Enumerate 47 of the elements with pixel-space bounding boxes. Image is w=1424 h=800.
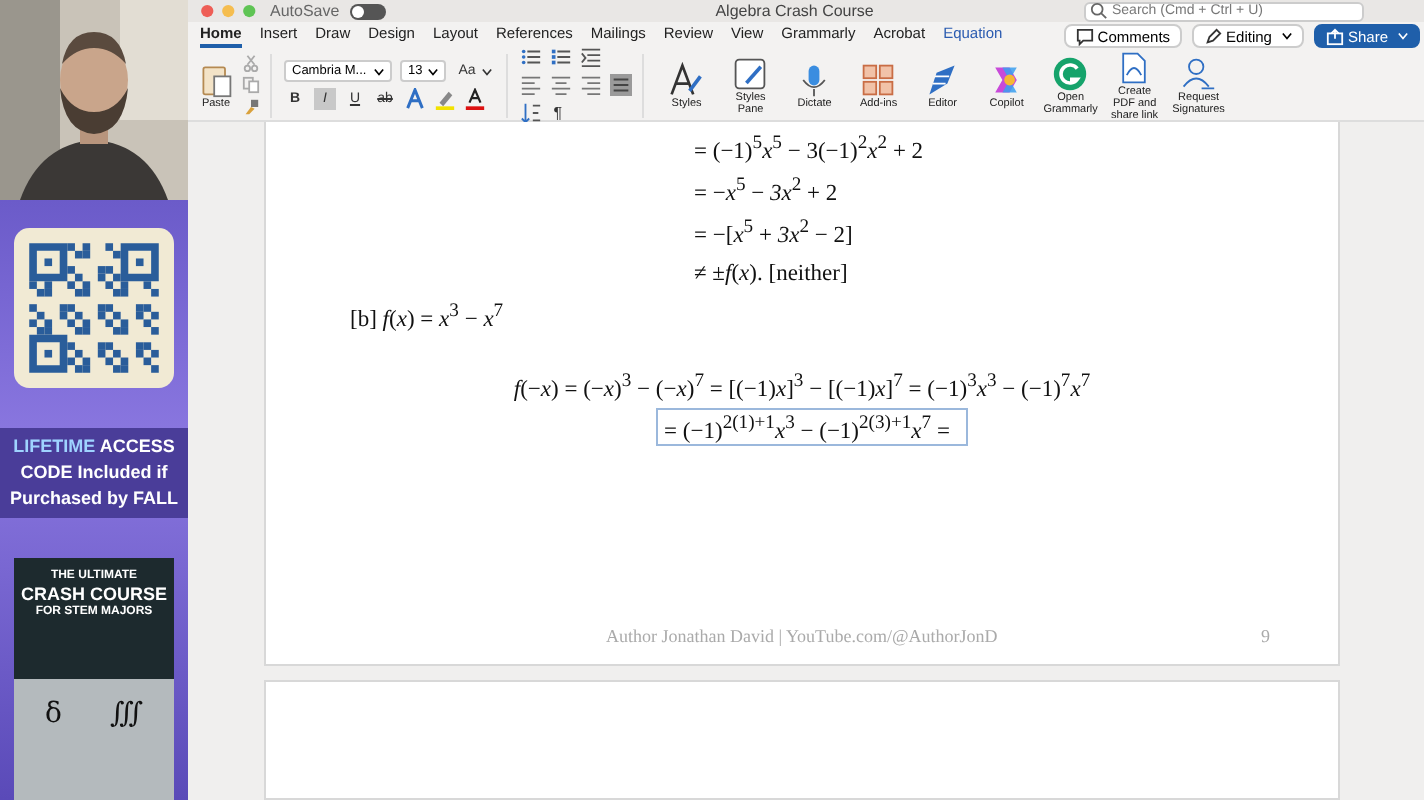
numbering-icon[interactable] [549, 46, 572, 68]
search-icon [1090, 2, 1108, 20]
caret-icon [1281, 32, 1292, 40]
brush-icon[interactable] [242, 98, 260, 116]
highlighter-icon[interactable] [434, 88, 456, 110]
pencil-icon [1204, 27, 1223, 45]
font-color-icon[interactable] [464, 88, 486, 110]
signature-icon [1180, 55, 1217, 91]
bullets-icon[interactable] [519, 46, 542, 68]
caret-icon [374, 67, 384, 75]
math-symbol: δ [45, 698, 62, 730]
equation-editor[interactable]: = (−1)$^{2(1)+1}$x$^{3}$ − (−1)$^{2(3)+1}$x$^{7}$ = [656, 407, 968, 447]
grammarly-icon [1052, 55, 1089, 91]
equation-line: = (−1)$^{5}$x$^{5}$ − 3(−1)$^{2}$x$^{2}$ + 2 [694, 131, 924, 163]
text-effects-icon[interactable] [404, 88, 426, 110]
align-center-icon[interactable] [549, 74, 572, 96]
document-title[interactable]: Algebra Crash Course [715, 2, 874, 20]
qr-code-icon [14, 228, 174, 388]
book-title: CRASH COURSE [20, 582, 167, 605]
caret-icon [481, 67, 492, 75]
align-right-icon[interactable] [579, 74, 602, 96]
share-icon [1325, 27, 1344, 45]
styles-icon [668, 61, 705, 97]
promo-text: LIFETIME ACCESS CODE Included if Purchased by FALL [0, 428, 188, 518]
indent-icon[interactable] [579, 46, 602, 68]
autosave-toggle[interactable] [349, 3, 386, 19]
equation-line: = −[x$^{5}$ + 3x$^{2}$ − 2] [694, 215, 853, 247]
sort-icon[interactable] [519, 102, 542, 124]
pane-icon [732, 55, 769, 91]
autosave-label: AutoSave [270, 2, 340, 20]
page-number: 9 [1261, 625, 1270, 646]
window-controls-icon [200, 4, 260, 18]
problem-text: [b] f(x) = x$^{3}$ − x$^{7}$ [350, 299, 504, 331]
justify-icon[interactable] [609, 74, 632, 96]
equation-line: ≠ ±f(x). [neither] [694, 261, 848, 285]
footer-text: Author Jonathan David | YouTube.com/@AuthorJonD [606, 625, 998, 646]
caret-icon [428, 67, 439, 75]
clipboard-icon [198, 61, 234, 97]
align-left-icon[interactable] [519, 74, 542, 96]
comment-icon [1075, 27, 1094, 45]
pilcrow-button[interactable]: ¶ [549, 104, 567, 122]
math-symbol: ∭ [109, 698, 143, 730]
grid-icon [860, 61, 897, 97]
equation-line: = −x$^{5}$ − 3x$^{2}$ + 2 [694, 173, 838, 205]
equation-line: f(−x) = (−x)$^{3}$ − (−x)$^{7}$ = [(−1)x]$^{3}$ − [(−1)x]$^{7}$ = (−1)$^{3}$x$^{3}$ − (−1)$^{7}$x$^{7}$ [513, 369, 1091, 401]
copy-icon[interactable] [242, 76, 260, 94]
caret-icon [1398, 32, 1408, 40]
